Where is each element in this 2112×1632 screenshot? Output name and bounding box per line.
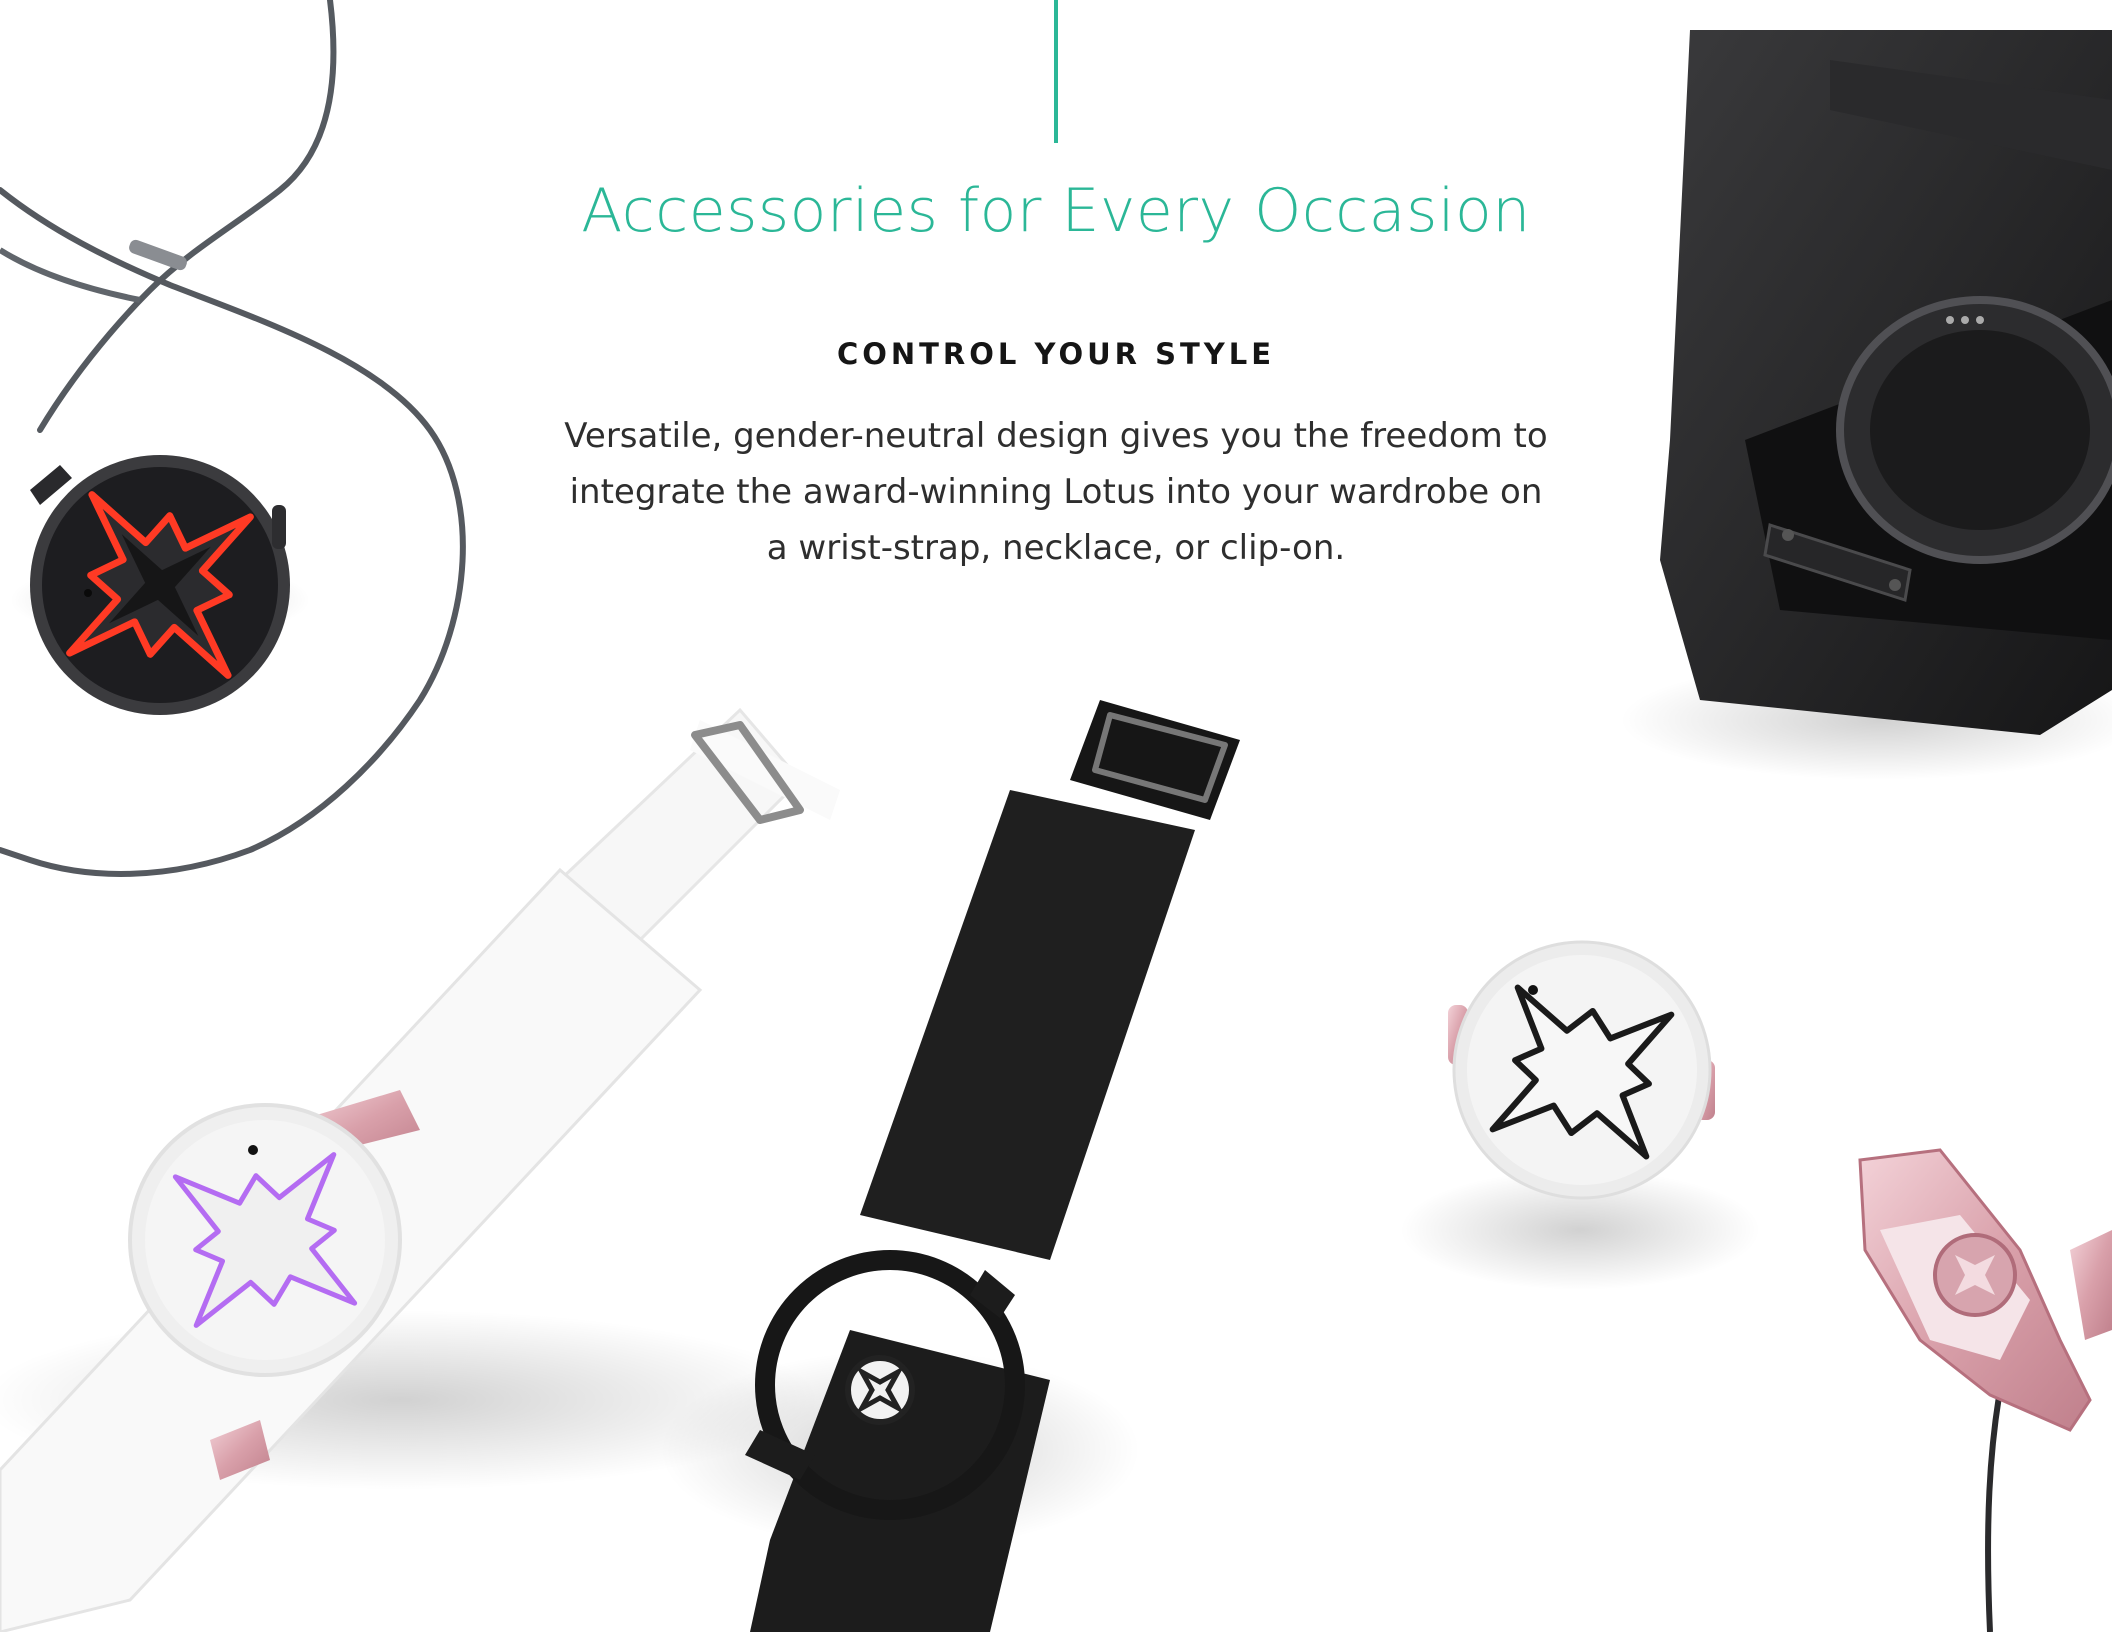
charging-dock-icon xyxy=(1620,30,2112,780)
rose-gold-clip-frame-icon xyxy=(1858,1148,2112,1632)
accent-divider xyxy=(1054,0,1058,143)
necklace-pendant-red-icon xyxy=(0,0,466,877)
section-eyebrow: CONTROL YOUR STYLE xyxy=(836,337,1276,371)
page-title: Accessories for Every Occasion xyxy=(581,176,1531,246)
product-page: Accessories for Every Occasion CONTROL Y… xyxy=(0,0,2112,1632)
section-body: Versatile, gender-neutral design gives y… xyxy=(564,416,1548,568)
white-clip-on-device-icon xyxy=(1400,940,1760,1290)
black-wrist-strap-frame-icon xyxy=(660,700,1240,1632)
